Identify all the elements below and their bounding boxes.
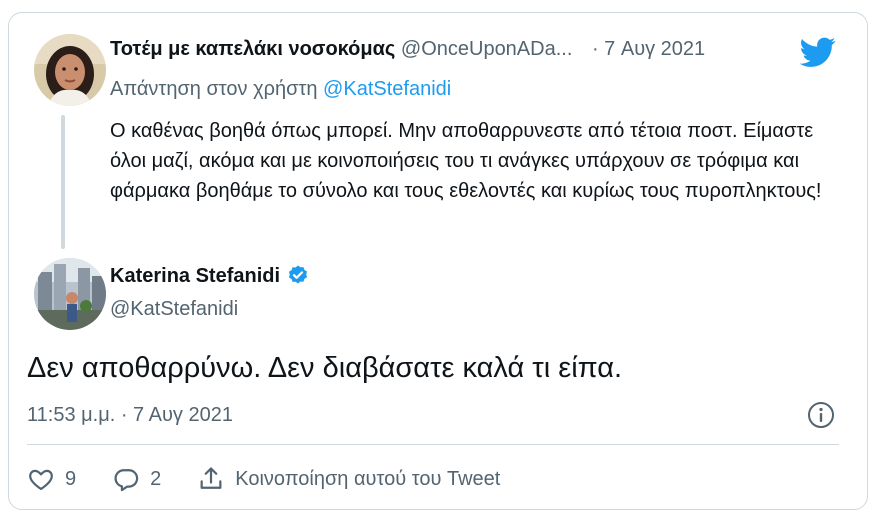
replying-prefix: Απάντηση στον χρήστη [110,78,318,100]
share-label: Κοινοποίηση αυτού του Tweet [235,467,501,490]
reply-count: 2 [150,467,162,490]
main-author-name-row: Katerina Stefanidi [110,264,310,288]
share-icon [200,467,222,489]
tweet-timestamp[interactable]: 11:53 μ.μ. · 7 Αυγ 2021 [27,404,233,427]
reply-bubble-icon [114,469,139,492]
main-tweet-text: Δεν αποθαρρύνω. Δεν διαβάσατε καλά τι εί… [27,352,623,384]
reply-display-name[interactable]: Τοτέμ με καπελάκι νοσοκόμας [110,38,395,60]
reply-author-avatar[interactable] [34,34,106,106]
divider [27,444,839,445]
reply-tweet-text: Ο καθένας βοηθά όπως μπορεί. Μην αποθαρρ… [110,120,822,202]
verified-badge-icon [289,265,308,284]
tweet-actions: 9 2 Κοινοποίηση αυτού του Tweet [27,462,536,496]
reply-button[interactable]: 2 [112,465,161,493]
main-display-name[interactable]: Katerina Stefanidi [110,265,280,288]
reply-header: Τοτέμ με καπελάκι νοσοκόμας @OnceUponADa… [110,38,705,61]
heart-icon [29,469,53,491]
main-author-avatar[interactable] [34,258,106,330]
like-button[interactable]: 9 [27,465,76,493]
reply-handle[interactable]: @OnceUponADa... [401,38,573,60]
replying-to-line: Απάντηση στον χρήστη @KatStefanidi [110,78,451,101]
share-tweet-button[interactable]: Κοινοποίηση αυτού του Tweet [197,465,500,493]
thread-connector-line [61,115,65,249]
info-icon[interactable] [806,400,836,430]
replying-to-mention[interactable]: @KatStefanidi [323,78,451,100]
twitter-bird-icon[interactable] [800,34,836,70]
reply-date[interactable]: · 7 Αυγ 2021 [592,38,705,60]
main-handle[interactable]: @KatStefanidi [110,298,238,321]
like-count: 9 [65,467,77,490]
